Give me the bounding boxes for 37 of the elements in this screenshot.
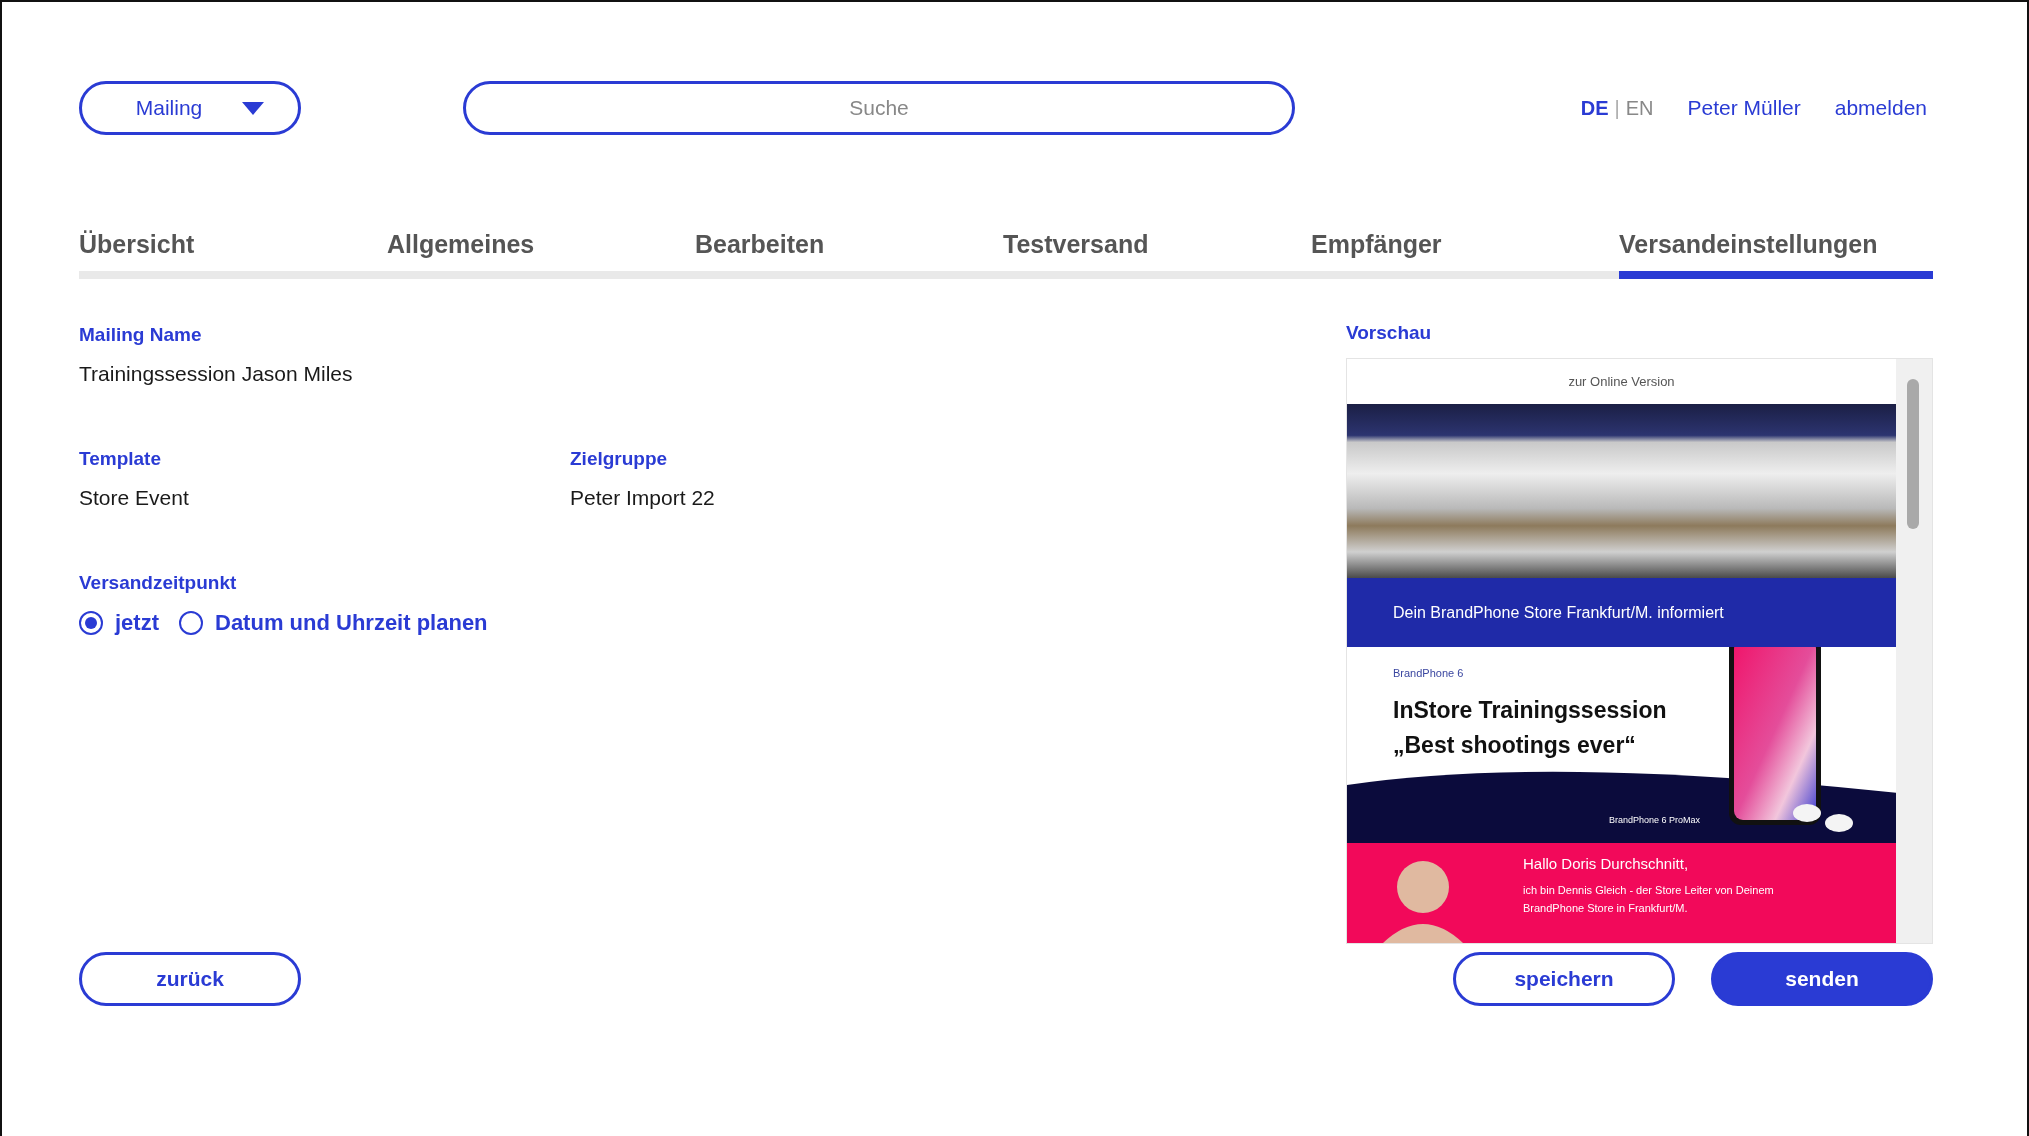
tab[interactable]: Testversand: [1003, 230, 1311, 279]
search-field[interactable]: Suche: [463, 81, 1295, 135]
email-banner: Dein BrandPhone Store Frankfurt/M. informiert: [1347, 577, 1896, 648]
action-button[interactable]: speichern: [1453, 952, 1675, 1006]
radio-button[interactable]: [179, 611, 203, 635]
action-button[interactable]: zurück: [79, 952, 301, 1006]
field-value: Store Event: [79, 486, 190, 510]
language-link[interactable]: DE: [1580, 96, 1609, 120]
online-version-link[interactable]: zur Online Version: [1347, 359, 1896, 404]
field-value: Trainingssession Jason Miles: [79, 362, 354, 386]
email-greeting: Hallo Doris Durchschnitt,: [1523, 855, 1690, 872]
email-body-text: ich bin Dennis Gleich - der Store Leiter von Deinem BrandPhone Store in Frankfurt/M.: [1523, 883, 1775, 916]
email-headline: InStore Trainingssession „Best shootings ever“: [1393, 696, 1668, 760]
tab[interactable]: Empfänger: [1311, 230, 1619, 279]
tab[interactable]: Bearbeiten: [695, 230, 1003, 279]
tab[interactable]: Versandeinstellungen: [1619, 230, 1933, 279]
preview-title: Vorschau: [1346, 322, 1433, 344]
radio-label[interactable]: Datum und Uhrzeit planen: [215, 610, 488, 636]
tab[interactable]: Allgemeines: [387, 230, 695, 279]
field-value: Peter Import 22: [570, 486, 716, 510]
logout-link[interactable]: abmelden: [1834, 96, 1927, 120]
field-label: Zielgruppe: [570, 448, 669, 470]
scrollbar[interactable]: [1896, 359, 1932, 943]
user-link[interactable]: Peter Müller: [1687, 96, 1801, 120]
mailing-dropdown[interactable]: Mailing: [79, 81, 301, 135]
language-link[interactable]: EN: [1625, 96, 1654, 120]
caret-icon: [242, 101, 265, 115]
action-button[interactable]: senden: [1711, 952, 1933, 1006]
product-eyebrow: BrandPhone 6: [1393, 667, 1464, 680]
radio-button[interactable]: [79, 611, 103, 635]
field-label: Mailing Name: [79, 324, 203, 346]
radio-label[interactable]: jetzt: [115, 610, 159, 636]
field-label: Template: [79, 448, 162, 470]
field-label: Versandzeitpunkt: [79, 572, 238, 594]
separator: |: [1614, 96, 1620, 120]
tab[interactable]: Übersicht: [79, 230, 387, 279]
product-caption: BrandPhone 6 ProMax: [1609, 815, 1701, 825]
